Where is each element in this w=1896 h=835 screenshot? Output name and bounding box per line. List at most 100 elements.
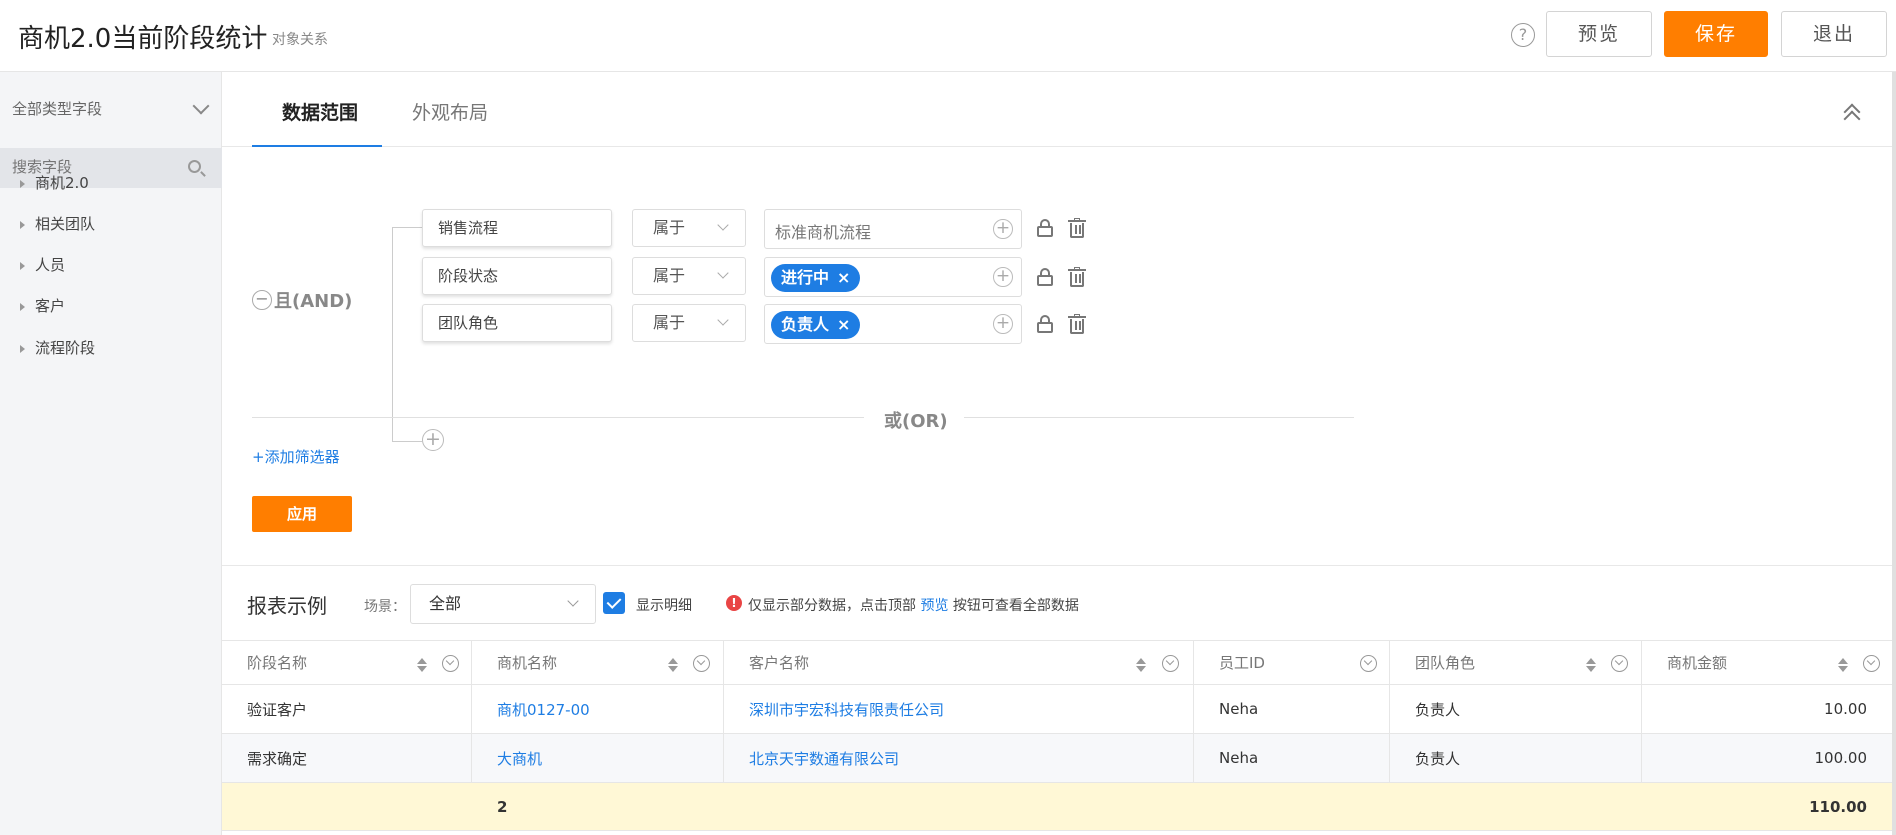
report-table: 阶段名称 商机名称 客户名称 员工ID 团队角色 商机金额 验证客户 商机012… — [222, 640, 1892, 831]
table-cell: 负责人 — [1390, 685, 1642, 733]
chevron-down-icon — [567, 595, 579, 607]
scrollbar[interactable] — [1892, 72, 1896, 835]
and-group-label: 且(AND) — [274, 291, 353, 312]
table-row: 需求确定 大商机 北京天宇数通有限公司 Neha 负责人 100.00 — [222, 734, 1892, 783]
scene-label: 场景： — [364, 599, 406, 615]
sort-icon[interactable] — [417, 658, 427, 672]
search-icon[interactable] — [188, 160, 201, 173]
value-tag-label: 进行中 — [781, 268, 830, 287]
add-value-icon[interactable]: + — [993, 267, 1013, 287]
sidebar-item-label: 相关团队 — [35, 215, 96, 233]
trash-icon[interactable] — [1068, 314, 1086, 334]
and-group-toggle[interactable]: − — [252, 290, 272, 310]
sort-icon[interactable] — [668, 658, 678, 672]
preview-button[interactable]: 预览 — [1546, 11, 1652, 57]
trash-icon[interactable] — [1068, 218, 1086, 238]
exit-button[interactable]: 退出 — [1781, 11, 1887, 57]
condition-value[interactable]: 进行中 × + — [764, 257, 1022, 297]
condition-field[interactable]: 阶段状态 — [422, 257, 612, 295]
field-type-select-label: 全部类型字段 — [12, 100, 103, 118]
page-title: 商机2.0当前阶段统计 — [18, 24, 268, 54]
value-tag: 进行中 × — [771, 264, 861, 292]
add-value-icon[interactable]: + — [993, 219, 1013, 239]
sidebar-item-stage[interactable]: 流程阶段 — [20, 337, 95, 358]
show-detail-label: 显示明细 — [636, 598, 692, 614]
field-sidebar: 全部类型字段 商机2.0 相关团队 人员 客户 流程阶段 — [0, 72, 222, 835]
notice-prefix: 仅显示部分数据，点击顶部 — [748, 598, 916, 614]
add-filter-link[interactable]: +添加筛选器 — [252, 446, 340, 467]
sidebar-item-team[interactable]: 相关团队 — [20, 213, 95, 234]
scene-select-value: 全部 — [429, 594, 462, 613]
chevron-down-icon — [717, 219, 729, 231]
caret-right-icon — [20, 261, 25, 270]
condition-value[interactable]: 标准商机流程 + — [764, 209, 1022, 249]
warning-icon: ! — [726, 595, 742, 611]
condition-field[interactable]: 销售流程 — [422, 209, 612, 247]
collapse-up-icon[interactable] — [1843, 102, 1861, 128]
chevron-circle-icon[interactable] — [693, 655, 710, 672]
tab-data-scope[interactable]: 数据范围 — [282, 98, 358, 125]
add-condition-icon[interactable]: + — [422, 429, 444, 451]
chevron-circle-icon[interactable] — [442, 655, 459, 672]
preview-notice: 仅显示部分数据，点击顶部 预览 按钮可查看全部数据 — [748, 595, 1079, 615]
table-cell-link[interactable]: 大商机 — [472, 734, 724, 782]
show-detail-checkbox[interactable] — [603, 592, 625, 614]
sidebar-item-opportunity[interactable]: 商机2.0 — [20, 172, 89, 193]
filter-panel: 数据范围 外观布局 − 且(AND) 销售流程 属于 标准商机流程 + 阶段状态… — [222, 72, 1892, 565]
condition-operator[interactable]: 属于 — [632, 257, 746, 295]
table-header: 阶段名称 商机名称 客户名称 员工ID 团队角色 商机金额 — [222, 641, 1892, 685]
table-cell: 验证客户 — [222, 685, 472, 733]
or-group-label: 或(OR) — [884, 411, 948, 432]
sidebar-item-people[interactable]: 人员 — [20, 254, 65, 275]
condition-value[interactable]: 负责人 × + — [764, 304, 1022, 344]
chevron-down-icon — [192, 97, 210, 115]
sort-icon[interactable] — [1586, 658, 1596, 672]
save-button[interactable]: 保存 — [1664, 11, 1768, 57]
condition-operator[interactable]: 属于 — [632, 304, 746, 342]
active-tab-indicator — [252, 145, 382, 147]
report-preview: 报表示例 场景： 全部 显示明细 ! 仅显示部分数据，点击顶部 预览 按钮可查看… — [222, 565, 1892, 835]
trash-icon[interactable] — [1068, 267, 1086, 287]
value-tag-label: 负责人 — [781, 315, 830, 334]
apply-button[interactable]: 应用 — [252, 496, 352, 532]
table-total-row: 2 110.00 — [222, 783, 1892, 831]
operator-label: 属于 — [653, 266, 686, 285]
column-header[interactable]: 阶段名称 — [222, 641, 472, 684]
chevron-circle-icon[interactable] — [1360, 655, 1377, 672]
table-cell: Neha — [1194, 734, 1390, 782]
close-icon[interactable]: × — [837, 315, 850, 334]
condition-operator[interactable]: 属于 — [632, 209, 746, 247]
column-header[interactable]: 团队角色 — [1390, 641, 1642, 684]
page-subtitle: 对象关系 — [272, 32, 328, 48]
column-header[interactable]: 员工ID — [1194, 641, 1390, 684]
chevron-circle-icon[interactable] — [1162, 655, 1179, 672]
unlock-icon[interactable] — [1037, 219, 1053, 237]
table-cell-link[interactable]: 深圳市宇宏科技有限责任公司 — [724, 685, 1194, 733]
add-value-icon[interactable]: + — [993, 314, 1013, 334]
sidebar-item-customer[interactable]: 客户 — [20, 295, 65, 316]
table-cell: 负责人 — [1390, 734, 1642, 782]
table-cell-link[interactable]: 北京天宇数通有限公司 — [724, 734, 1194, 782]
scene-select[interactable]: 全部 — [410, 584, 596, 624]
column-header[interactable]: 商机金额 — [1642, 641, 1892, 684]
operator-label: 属于 — [653, 313, 686, 332]
sort-icon[interactable] — [1136, 658, 1146, 672]
column-header[interactable]: 客户名称 — [724, 641, 1194, 684]
close-icon[interactable]: × — [837, 268, 850, 287]
or-divider — [252, 417, 864, 418]
group-bracket — [392, 227, 393, 441]
chevron-circle-icon[interactable] — [1611, 655, 1628, 672]
lock-icon[interactable] — [1037, 315, 1053, 333]
lock-icon[interactable] — [1037, 268, 1053, 286]
condition-field[interactable]: 团队角色 — [422, 304, 612, 342]
field-type-select[interactable]: 全部类型字段 — [12, 97, 210, 119]
chevron-circle-icon[interactable] — [1863, 655, 1880, 672]
table-cell-link[interactable]: 商机0127-00 — [472, 685, 724, 733]
sort-icon[interactable] — [1838, 658, 1848, 672]
value-placeholder: 标准商机流程 — [775, 223, 872, 242]
help-icon[interactable]: ? — [1511, 23, 1535, 47]
column-header[interactable]: 商机名称 — [472, 641, 724, 684]
tab-appearance[interactable]: 外观布局 — [412, 98, 488, 125]
bracket-branch — [392, 227, 422, 228]
notice-preview-link[interactable]: 预览 — [920, 598, 948, 614]
